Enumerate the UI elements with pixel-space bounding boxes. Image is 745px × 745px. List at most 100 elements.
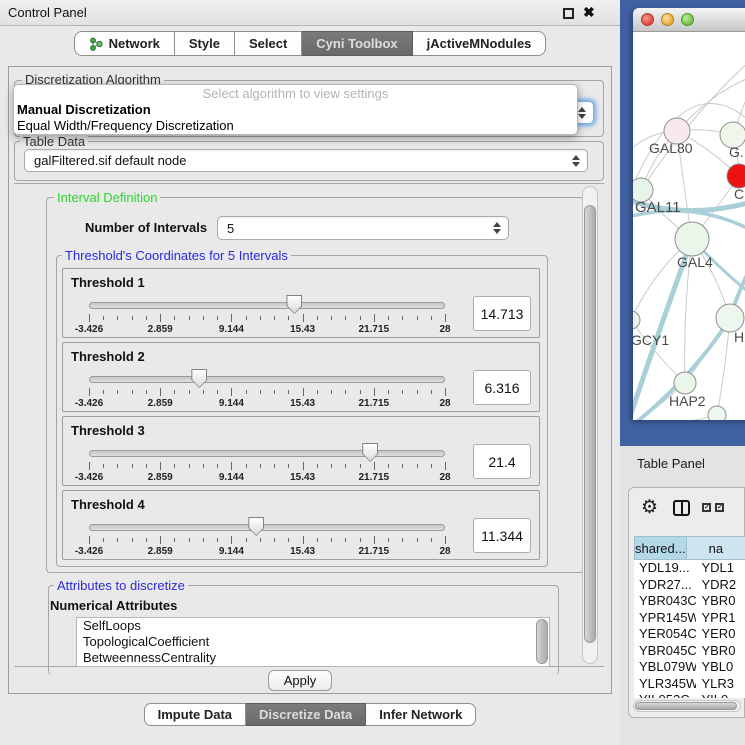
- cell-name[interactable]: YBR0: [696, 593, 745, 610]
- combo-arrows-icon: [578, 107, 585, 119]
- minimize-traffic-light-icon[interactable]: [661, 13, 674, 26]
- close-traffic-light-icon[interactable]: [641, 13, 654, 26]
- tick-label: 28: [439, 324, 450, 335]
- close-icon[interactable]: ✖: [583, 4, 595, 21]
- tick-label: 15.43: [290, 472, 315, 483]
- tab-style[interactable]: Style: [175, 31, 235, 56]
- cell-name[interactable]: YDR2: [696, 577, 745, 594]
- slider-tick-labels: -3.4262.8599.14415.4321.71528: [89, 324, 445, 336]
- table-row[interactable]: YIL052CYIL0: [634, 692, 745, 698]
- tab-cyni-toolbox[interactable]: Cyni Toolbox: [302, 31, 412, 56]
- network-desktop: GAL80G.CGAL11GAL4GCY1HHAP2: [620, 0, 745, 446]
- column-header-name[interactable]: na: [687, 536, 745, 560]
- cell-name[interactable]: YDL1: [696, 560, 745, 577]
- threshold-2-value[interactable]: 6.316: [473, 370, 531, 405]
- cell-shared-name[interactable]: YPR145W: [634, 610, 696, 627]
- attributes-list-scrollbar[interactable]: [536, 619, 548, 664]
- network-node[interactable]: [675, 222, 709, 256]
- tick-label: 2.859: [148, 546, 173, 557]
- network-node[interactable]: [716, 304, 744, 332]
- tick-label: 9.144: [219, 472, 244, 483]
- apply-button[interactable]: Apply: [268, 670, 332, 691]
- cell-name[interactable]: YIL0: [696, 692, 745, 698]
- dropdown-placeholder-item[interactable]: Select algorithm to view settings: [14, 85, 577, 102]
- attribute-list-item[interactable]: BetweennessCentrality: [77, 650, 549, 666]
- attribute-list-item[interactable]: SelfLoops: [77, 618, 549, 634]
- cell-name[interactable]: YPR1: [696, 610, 745, 627]
- tab-jactivemnodules[interactable]: jActiveMNodules: [413, 31, 547, 56]
- table-horizontal-scrollbar[interactable]: [633, 700, 741, 712]
- numerical-attributes-list[interactable]: SelfLoopsTopologicalCoefficientBetweenne…: [76, 617, 550, 667]
- column-header-shared-name[interactable]: shared...: [634, 536, 687, 560]
- cell-name[interactable]: YBL0: [696, 659, 745, 676]
- number-of-intervals-combobox[interactable]: 5: [217, 216, 509, 240]
- slider-track[interactable]: [89, 376, 445, 383]
- slider-ticks: [89, 462, 445, 470]
- cell-shared-name[interactable]: YDL19...: [634, 560, 696, 577]
- slider-track[interactable]: [89, 302, 445, 309]
- tick-label: -3.426: [75, 324, 103, 335]
- network-canvas[interactable]: GAL80G.CGAL11GAL4GCY1HHAP2: [633, 32, 745, 420]
- scrollbar-thumb[interactable]: [635, 702, 737, 710]
- cell-name[interactable]: YBR0: [696, 643, 745, 660]
- float-window-icon[interactable]: [563, 8, 574, 19]
- table-row[interactable]: YBR045CYBR0: [634, 643, 745, 660]
- checkbox-icon[interactable]: ✓: [715, 503, 724, 512]
- slider-track[interactable]: [89, 450, 445, 457]
- table-row[interactable]: YBL079WYBL0: [634, 659, 745, 676]
- tab-impute-data[interactable]: Impute Data: [144, 703, 246, 726]
- tab-select[interactable]: Select: [235, 31, 302, 56]
- slider-thumb[interactable]: [191, 369, 207, 388]
- threshold-4-value[interactable]: 11.344: [473, 518, 531, 553]
- table-row[interactable]: YDR27...YDR2: [634, 577, 745, 594]
- threshold-1-value[interactable]: 14.713: [473, 296, 531, 331]
- settings-vertical-scrollbar[interactable]: [582, 186, 598, 664]
- cell-shared-name[interactable]: YBL079W: [634, 659, 696, 676]
- dropdown-item-equal-width[interactable]: Equal Width/Frequency Discretization: [14, 118, 577, 134]
- dropdown-item-manual-discretization[interactable]: Manual Discretization: [14, 102, 577, 118]
- split-columns-icon[interactable]: [673, 500, 690, 516]
- table-row[interactable]: YPR145WYPR1: [634, 610, 745, 627]
- tab-style-label: Style: [189, 32, 220, 55]
- tab-infer-network[interactable]: Infer Network: [366, 703, 476, 726]
- tab-discretize-data[interactable]: Discretize Data: [246, 703, 366, 726]
- tick-label: 15.43: [290, 398, 315, 409]
- number-of-intervals-value: 5: [227, 221, 234, 236]
- network-node[interactable]: [633, 311, 640, 329]
- table-row[interactable]: YLR345WYLR3: [634, 676, 745, 693]
- cell-name[interactable]: YLR3: [696, 676, 745, 693]
- cell-shared-name[interactable]: YIL052C: [634, 692, 696, 698]
- network-node[interactable]: [674, 372, 696, 394]
- slider-thumb[interactable]: [362, 443, 378, 462]
- gear-icon[interactable]: ⚙: [641, 498, 658, 517]
- tab-network[interactable]: Network: [74, 31, 175, 56]
- slider-ticks: [89, 536, 445, 544]
- slider-thumb[interactable]: [248, 517, 264, 536]
- table-row[interactable]: YER054CYER0: [634, 626, 745, 643]
- network-view-window[interactable]: GAL80G.CGAL11GAL4GCY1HHAP2: [633, 8, 745, 420]
- table-header-row: shared... na: [634, 536, 745, 560]
- tick-label: -3.426: [75, 472, 103, 483]
- table-row[interactable]: YBR043CYBR0: [634, 593, 745, 610]
- tick-label: -3.426: [75, 546, 103, 557]
- network-window-titlebar[interactable]: [633, 8, 745, 32]
- zoom-traffic-light-icon[interactable]: [681, 13, 694, 26]
- cell-shared-name[interactable]: YDR27...: [634, 577, 696, 594]
- control-panel-titlebar: Control Panel ✖: [0, 0, 620, 26]
- cell-shared-name[interactable]: YBR045C: [634, 643, 696, 660]
- slider-thumb[interactable]: [286, 295, 302, 314]
- panel-title: Control Panel: [8, 5, 87, 20]
- cell-shared-name[interactable]: YBR043C: [634, 593, 696, 610]
- scrollbar-thumb[interactable]: [584, 205, 596, 643]
- slider-track[interactable]: [89, 524, 445, 531]
- cell-shared-name[interactable]: YER054C: [634, 626, 696, 643]
- table-data-combobox[interactable]: galFiltered.sif default node: [24, 149, 588, 172]
- table-row[interactable]: YDL19...YDL1: [634, 560, 745, 577]
- attribute-list-item[interactable]: TopologicalCoefficient: [77, 634, 549, 650]
- cell-name[interactable]: YER0: [696, 626, 745, 643]
- threshold-3-value[interactable]: 21.4: [473, 444, 531, 479]
- network-node[interactable]: [708, 406, 726, 420]
- tick-label: 9.144: [219, 546, 244, 557]
- checkbox-icon[interactable]: ✓: [702, 503, 711, 512]
- cell-shared-name[interactable]: YLR345W: [634, 676, 696, 693]
